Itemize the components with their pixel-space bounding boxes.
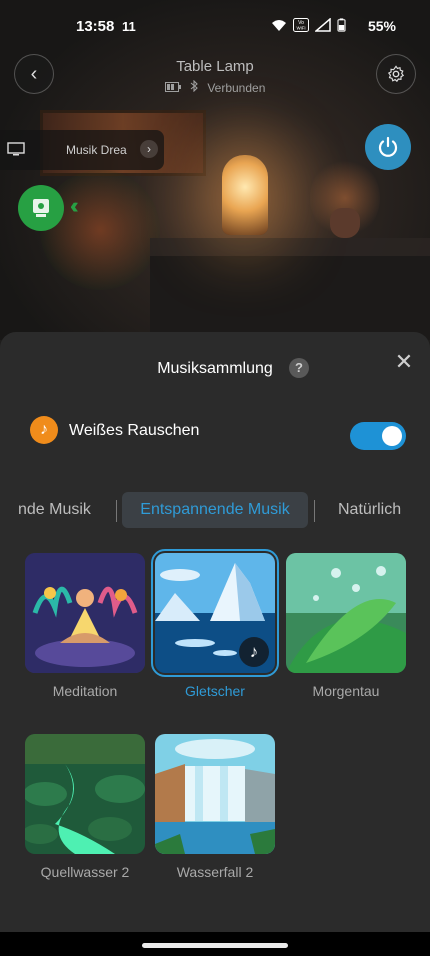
wifi-icon	[272, 20, 286, 31]
tab-left[interactable]: nde Musik	[18, 492, 91, 528]
lamp-scene-image	[0, 0, 430, 340]
battery-percent: 55%	[367, 18, 396, 34]
battery-outline-icon	[164, 81, 181, 95]
table-body	[150, 256, 430, 340]
toggle-knob	[382, 426, 402, 446]
power-button[interactable]	[365, 124, 411, 170]
track-label: Morgentau	[312, 683, 380, 699]
spring-water-artwork	[25, 734, 145, 854]
tab-relaxing-music[interactable]: Entspannende Musik	[122, 492, 308, 528]
morning-dew-artwork	[286, 553, 406, 673]
double-chevron-left-icon: ‹‹	[70, 193, 78, 218]
close-icon[interactable]: ✕	[392, 350, 416, 374]
monitor-icon	[7, 142, 25, 156]
track-tile-meditation[interactable]	[25, 553, 145, 673]
white-noise-toggle[interactable]	[350, 422, 406, 450]
power-icon	[378, 136, 398, 157]
status-time: 13:58	[76, 18, 115, 35]
track-tile-waterfall[interactable]	[155, 734, 275, 854]
speaker-icon	[33, 199, 49, 217]
waterfall-artwork	[155, 734, 275, 854]
connection-row: Verbunden	[0, 80, 430, 95]
bluetooth-icon	[190, 80, 198, 95]
sheet-title: Musiksammlung	[157, 360, 273, 377]
music-mode-chip[interactable]: Musik Drea ›	[0, 130, 164, 170]
tab-natural[interactable]: Natürlich	[338, 492, 401, 528]
music-mode-label: Musik Drea	[66, 143, 127, 157]
track-label: Gletscher	[185, 683, 245, 699]
lamp-image	[222, 155, 268, 235]
gear-icon	[387, 65, 405, 83]
signal-icon	[315, 18, 331, 32]
tab-divider	[116, 500, 117, 522]
plant-left	[40, 170, 160, 290]
music-note-badge-icon: ♪	[239, 637, 269, 667]
notification-count: 11	[122, 19, 136, 34]
music-collection-sheet: Musiksammlung ? ✕ ♪ Weißes Rauschen nde …	[0, 332, 430, 932]
meditation-artwork	[25, 553, 145, 673]
table-top	[150, 238, 430, 258]
status-icons: Vo WiFi	[271, 18, 346, 32]
battery-icon	[337, 18, 346, 32]
track-label: Wasserfall 2	[176, 864, 254, 880]
white-noise-label: Weißes Rauschen	[69, 422, 200, 439]
track-tile-morning-dew[interactable]	[286, 553, 406, 673]
settings-button[interactable]	[376, 54, 416, 94]
svg-text:WiFi: WiFi	[297, 26, 306, 31]
connection-status: Verbunden	[207, 80, 266, 95]
category-tabs: nde Musik Entspannende Musik Natürlich	[0, 492, 430, 528]
track-label: Quellwasser 2	[40, 864, 130, 880]
vase	[330, 208, 360, 238]
help-icon[interactable]: ?	[289, 358, 309, 378]
track-tile-glacier[interactable]: ♪	[151, 549, 279, 677]
home-indicator[interactable]	[142, 943, 288, 948]
music-note-icon: ♪	[30, 416, 58, 444]
track-label: Meditation	[52, 683, 118, 699]
device-name: Table Lamp	[176, 58, 254, 75]
tab-divider	[314, 500, 315, 522]
chevron-right-icon: ›	[140, 140, 158, 158]
track-tile-spring-water[interactable]	[25, 734, 145, 854]
speaker-button[interactable]	[18, 185, 64, 231]
vowifi-icon: VoWiFi	[293, 18, 309, 32]
status-bar: 13:58 11 Vo WiFi 55%	[0, 14, 430, 42]
